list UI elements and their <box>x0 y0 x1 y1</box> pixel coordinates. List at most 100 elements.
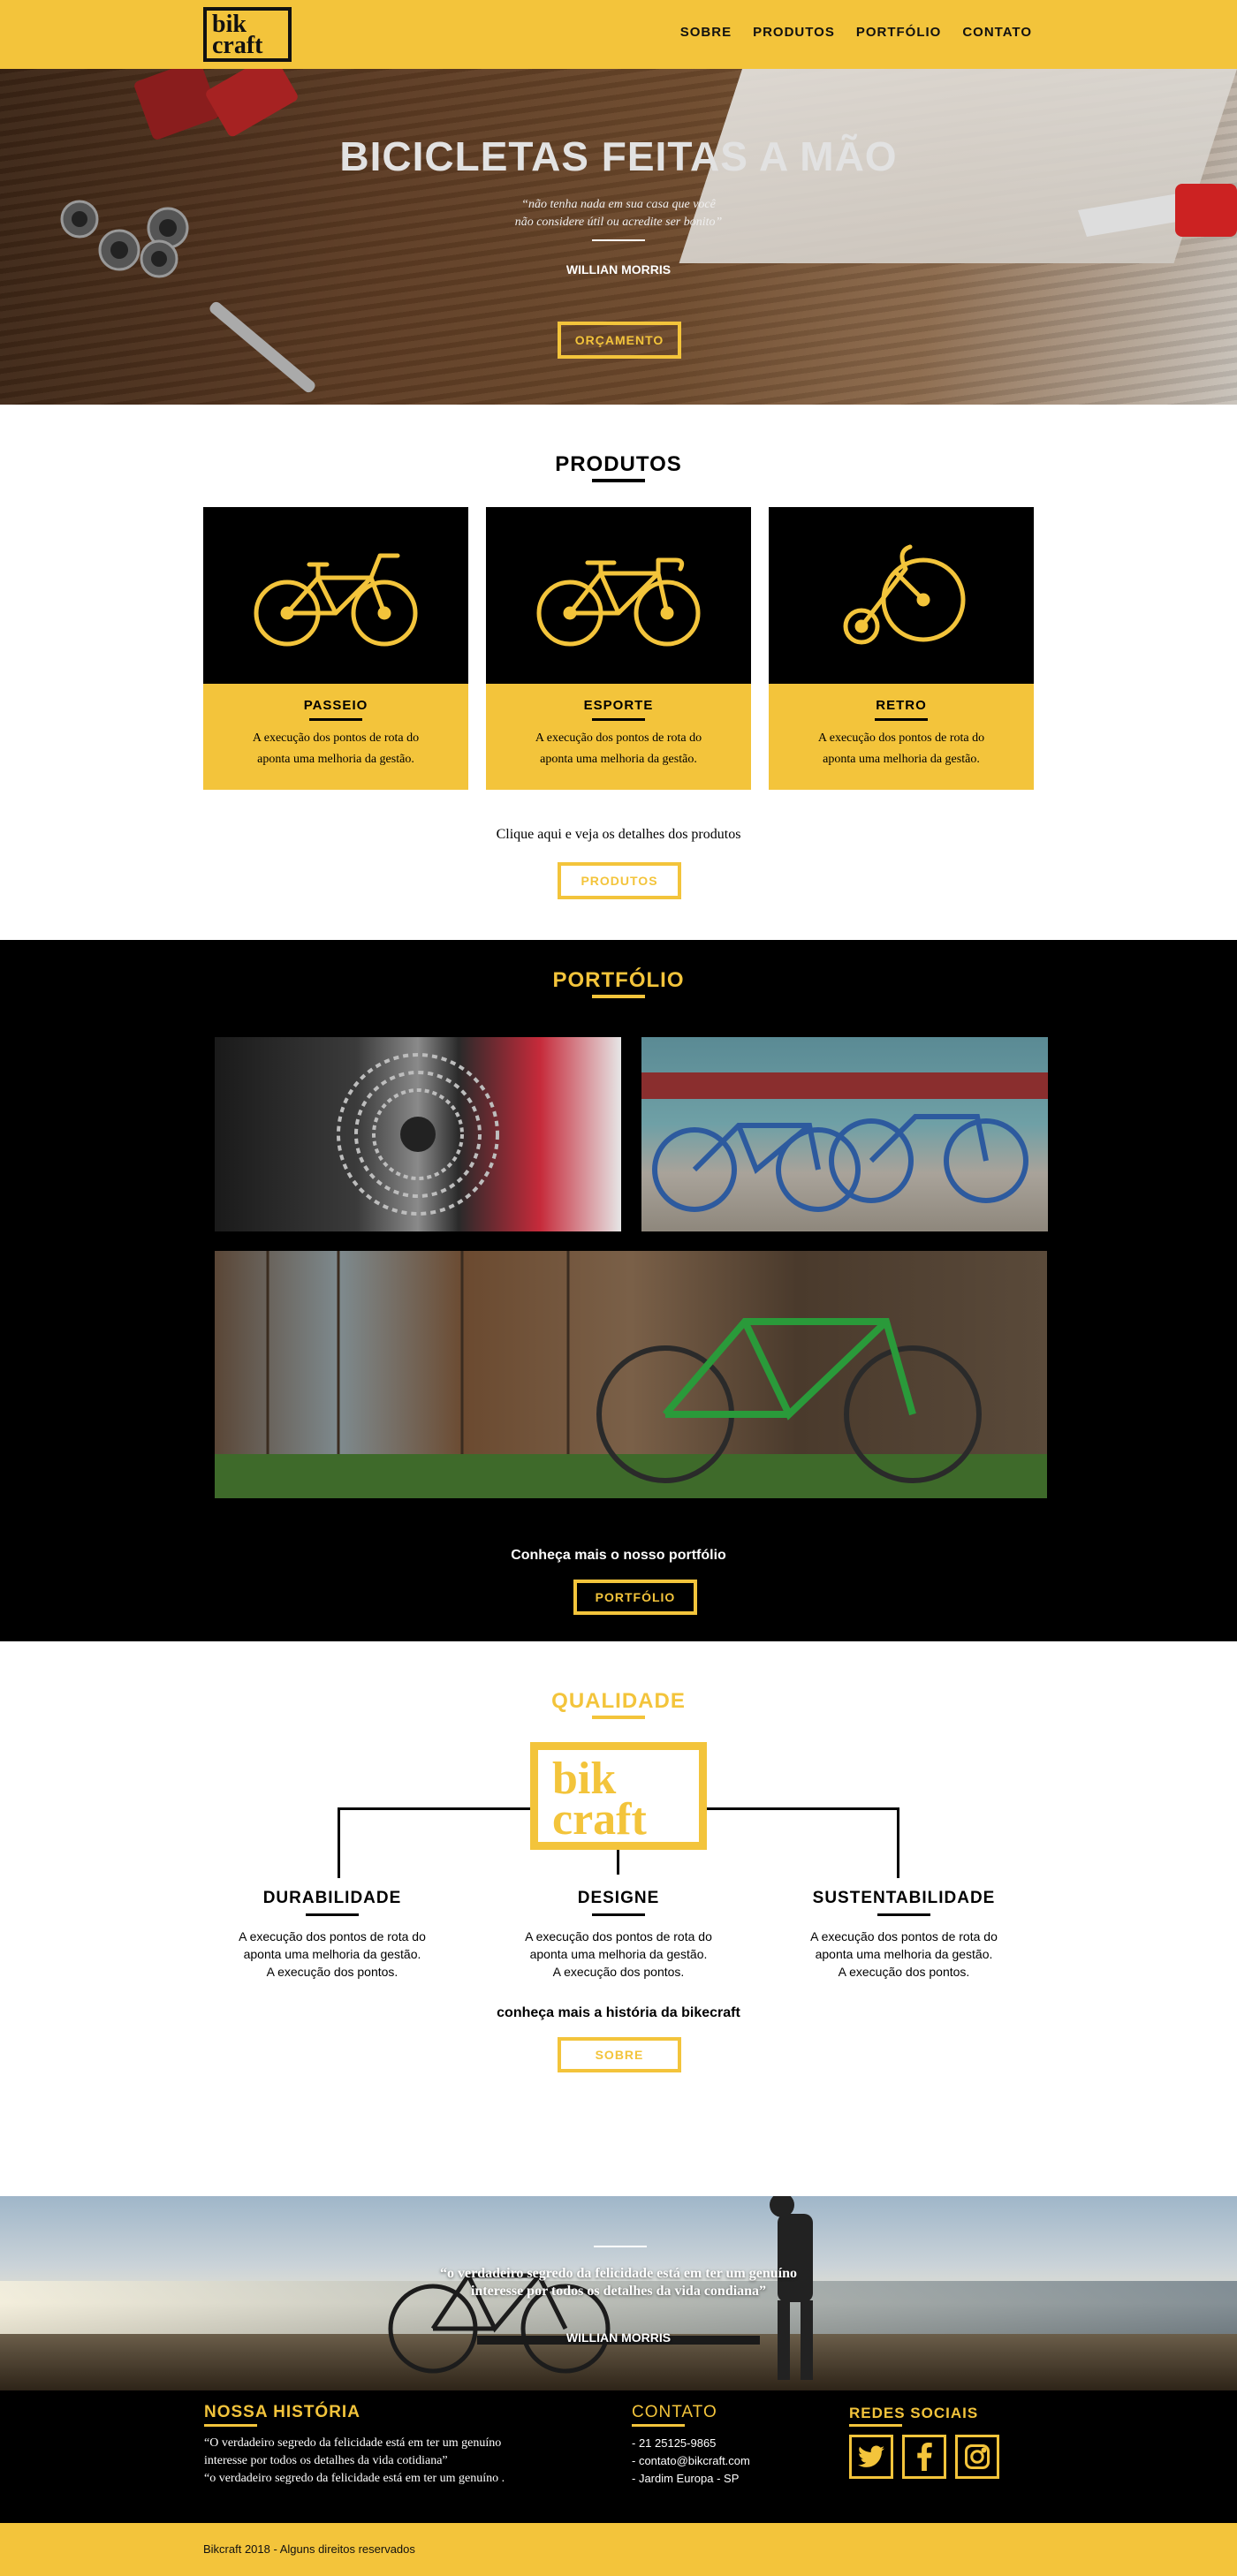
qualidade-desc-line: A execução dos pontos. <box>266 1965 398 1979</box>
qualidade-name-durabilidade: DURABILIDADE <box>262 1889 402 1907</box>
twitter-icon <box>858 2445 884 2467</box>
penny-farthing-icon <box>843 544 966 645</box>
hero-banner: BICICLETAS FEITAS A MÃO “não tenha nada … <box>0 69 1237 405</box>
copyright-text: Bikcraft 2018 - Alguns direitos reservad… <box>203 2542 415 2556</box>
site-footer <box>0 2390 1237 2523</box>
qualidade-logo-line2: craft <box>552 1794 647 1845</box>
instagram-button[interactable] <box>955 2435 999 2479</box>
qualidade-desc-designe: A execução dos pontos de rota do aponta … <box>504 1928 733 1981</box>
product-name-bar <box>875 718 928 721</box>
qualidade-title: QUALIDADE <box>551 1689 686 1713</box>
product-image <box>769 507 1034 684</box>
banner-quote-line1: “o verdadeiro segredo da felicidade está… <box>440 2266 797 2281</box>
footer-email[interactable]: - contato@bikcraft.com <box>632 2452 750 2470</box>
gear-cassette-illustration <box>337 1053 499 1216</box>
portfolio-cta-text: Conheça mais o nosso portfólio <box>511 1548 726 1563</box>
product-name-bar <box>592 718 645 721</box>
hero-quote-line2: não considere útil ou acredite ser bonit… <box>514 216 723 229</box>
orcamento-button[interactable]: ORÇAMENTO <box>558 322 681 359</box>
sport-bike-icon <box>536 557 701 647</box>
qualidade-desc-line: aponta uma melhoria da gestão. <box>815 1947 993 1961</box>
footer-redes-bar <box>849 2424 902 2427</box>
qualidade-desc-line: A execução dos pontos de rota do <box>810 1929 998 1943</box>
footer-historia-line: “o verdadeiro segredo da felicidade está… <box>204 2472 505 2485</box>
footer-historia-title: NOSSA HISTÓRIA <box>204 2403 360 2421</box>
qualidade-title-bar <box>592 1716 645 1719</box>
footer-contato-list: - 21 25125-9865 - contato@bikcraft.com -… <box>632 2435 750 2488</box>
connector-left-drop <box>338 1807 340 1878</box>
footer-contato-title: CONTATO <box>632 2403 717 2421</box>
portfolio-title-bar <box>592 995 645 998</box>
twitter-button[interactable] <box>849 2435 893 2479</box>
green-bike-illustration <box>215 1251 1047 1498</box>
qualidade-name-bar <box>877 1913 930 1916</box>
main-nav: SOBRE PRODUTOS PORTFÓLIO CONTATO <box>680 25 1032 40</box>
qualidade-name-sustentabilidade: SUSTENTABILIDADE <box>812 1889 996 1907</box>
site-header: bik craft SOBRE PRODUTOS PORTFÓLIO CONTA… <box>0 0 1237 69</box>
qualidade-desc-line: aponta uma melhoria da gestão. <box>529 1947 708 1961</box>
qualidade-cta-text: conheça mais a história da bikecraft <box>497 2005 740 2020</box>
product-desc: A execução dos pontos de rota do aponta … <box>817 731 985 766</box>
qualidade-desc-line: A execução dos pontos. <box>552 1965 685 1979</box>
nav-contato[interactable]: CONTATO <box>962 25 1032 40</box>
footer-historia-bar <box>204 2424 257 2427</box>
portfolio-photo-green-bike[interactable] <box>215 1251 1047 1498</box>
product-card-passeio[interactable]: PASSEIO A execução dos pontos de rota do… <box>203 507 468 790</box>
qualidade-name-bar <box>306 1913 359 1916</box>
footer-contato-bar <box>632 2424 685 2427</box>
qualidade-desc-durabilidade: A execução dos pontos de rota do aponta … <box>217 1928 447 1981</box>
hero-quote-line1: “não tenha nada em sua casa que você <box>521 198 716 211</box>
nav-produtos[interactable]: PRODUTOS <box>753 25 835 40</box>
produtos-title-bar <box>592 479 645 482</box>
blue-bikes-illustration <box>641 1072 1048 1212</box>
banner-quote: “o verdadeiro segredo da felicidade está… <box>0 2265 1237 2300</box>
produtos-title: PRODUTOS <box>555 452 682 476</box>
produtos-cta-text: Clique aqui e veja os detalhes dos produ… <box>496 827 741 842</box>
city-bike-icon <box>254 553 418 647</box>
portfolio-photo-blue-bikes[interactable] <box>641 1037 1048 1231</box>
hero-title: BICICLETAS FEITAS A MÃO <box>339 133 898 179</box>
sobre-button[interactable]: SOBRE <box>558 2037 681 2072</box>
product-card-retro[interactable]: RETRO A execução dos pontos de rota do a… <box>769 507 1034 790</box>
product-name: RETRO <box>876 698 927 713</box>
instagram-icon <box>965 2444 990 2469</box>
footer-redes-title: REDES SOCIAIS <box>849 2405 979 2421</box>
product-card-esporte[interactable]: ESPORTE A execução dos pontos de rota do… <box>486 507 751 790</box>
product-desc: A execução dos pontos de rota do aponta … <box>535 731 702 766</box>
qualidade-desc-line: A execução dos pontos de rota do <box>239 1929 426 1943</box>
quote-banner: “o verdadeiro segredo da felicidade está… <box>0 2196 1237 2390</box>
hero-quote: “não tenha nada em sua casa que você não… <box>0 196 1237 231</box>
qualidade-desc-sustentabilidade: A execução dos pontos de rota do aponta … <box>789 1928 1019 1981</box>
nav-portfolio[interactable]: PORTFÓLIO <box>856 25 942 40</box>
product-name-bar <box>309 718 362 721</box>
facebook-button[interactable] <box>902 2435 946 2479</box>
hero-tools-illustration <box>60 69 315 393</box>
banner-divider <box>594 2246 647 2247</box>
portfolio-button[interactable]: PORTFÓLIO <box>573 1580 697 1615</box>
product-image <box>203 507 468 684</box>
connector-left <box>338 1807 530 1810</box>
product-name: PASSEIO <box>303 698 368 713</box>
footer-address: - Jardim Europa - SP <box>632 2472 740 2485</box>
footer-historia-line: interesse por todos os detalhes da vida … <box>204 2454 448 2467</box>
nav-sobre[interactable]: SOBRE <box>680 25 732 40</box>
connector-right-drop <box>897 1807 899 1878</box>
qualidade-name-bar <box>592 1913 645 1916</box>
footer-historia-text: “O verdadeiro segredo da felicidade está… <box>204 2435 505 2488</box>
connector-right <box>707 1807 899 1810</box>
footer-phone[interactable]: - 21 25125-9865 <box>632 2435 750 2452</box>
qualidade-desc-line: A execução dos pontos. <box>838 1965 970 1979</box>
portfolio-section: PORTFÓLIO Conheça mais o nosso portfólio… <box>0 940 1237 1641</box>
banner-quote-line2: interesse por todos os detalhes da vida … <box>470 2284 767 2299</box>
qualidade-logo: bik craft <box>530 1742 707 1850</box>
footer-historia-line: “O verdadeiro segredo da felicidade está… <box>204 2436 502 2450</box>
hero-author: WILLIAN MORRIS <box>565 262 672 277</box>
product-desc: A execução dos pontos de rota do aponta … <box>252 731 420 766</box>
produtos-button[interactable]: PRODUTOS <box>558 862 681 899</box>
page: bik craft SOBRE PRODUTOS PORTFÓLIO CONTA… <box>0 0 1237 2576</box>
facebook-icon <box>917 2443 932 2471</box>
logo-line2: craft <box>212 32 263 59</box>
hero-divider <box>592 239 645 241</box>
portfolio-photo-gears[interactable] <box>215 1037 621 1231</box>
logo[interactable]: bik craft <box>203 7 292 62</box>
